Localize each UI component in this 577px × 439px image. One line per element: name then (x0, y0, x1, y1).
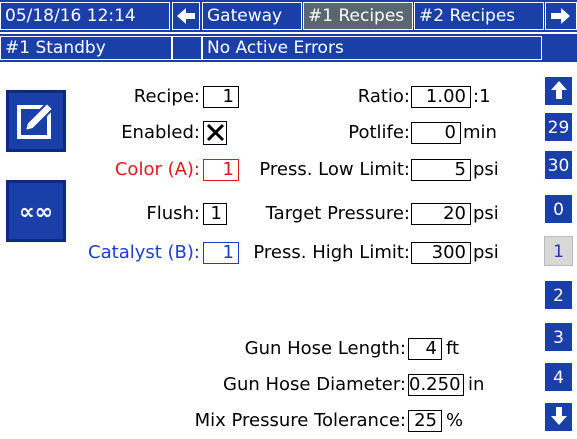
scroll-up-button[interactable] (544, 76, 573, 106)
datetime: 05/18/16 12:14 (0, 2, 170, 30)
infinity-icon: ∝∞ (19, 200, 53, 225)
edit-button[interactable] (6, 90, 66, 152)
gun-hose-diameter-field[interactable]: 0.250 (408, 374, 464, 396)
ratio-unit: :1 (473, 86, 491, 107)
arrow-up-icon (550, 81, 567, 99)
recipe-field[interactable]: 1 (203, 86, 239, 108)
status-blank-cell (172, 36, 202, 60)
press-high-unit: psi (473, 242, 499, 263)
press-high-label: Press. High Limit: (253, 242, 410, 263)
recipe-label: Recipe: (133, 86, 200, 107)
press-low-unit: psi (473, 159, 499, 180)
tab-gateway[interactable]: Gateway (202, 2, 302, 30)
press-low-label: Press. Low Limit: (259, 159, 410, 180)
enabled-label: Enabled: (121, 122, 200, 143)
enabled-checkbox[interactable] (203, 121, 227, 145)
tab-recipes-2[interactable]: #2 Recipes (414, 2, 544, 30)
sidebar-item-0[interactable]: 0 (544, 194, 573, 224)
arrow-down-icon (550, 407, 567, 425)
sidebar-item-29[interactable]: 29 (544, 112, 573, 142)
arrow-right-icon (551, 8, 570, 24)
ratio-label: Ratio: (357, 86, 410, 107)
arrow-left-icon (177, 8, 195, 24)
press-high-field[interactable]: 300 (411, 242, 471, 264)
mix-pressure-tolerance-label: Mix Pressure Tolerance: (194, 410, 406, 431)
gun-hose-length-label: Gun Hose Length: (244, 338, 406, 359)
flush-label: Flush: (146, 203, 200, 224)
gun-hose-diameter-unit: in (468, 374, 485, 395)
mix-pressure-tolerance-unit: % (446, 410, 464, 431)
gun-hose-diameter-label: Gun Hose Diameter: (223, 374, 406, 395)
color-a-label: Color (A): (114, 159, 200, 180)
potlife-unit: min (463, 122, 497, 143)
sidebar-item-30[interactable]: 30 (544, 150, 573, 180)
svg-text:∝∞: ∝∞ (19, 200, 53, 225)
target-pressure-label: Target Pressure: (265, 203, 410, 224)
target-pressure-field[interactable]: 20 (411, 203, 471, 225)
check-x-icon (206, 123, 225, 142)
mix-pressure-tolerance-field[interactable]: 25 (408, 410, 442, 432)
flush-field[interactable]: 1 (203, 203, 227, 225)
scroll-down-button[interactable] (544, 402, 573, 432)
next-screen-button[interactable] (545, 2, 577, 30)
catalyst-b-field[interactable]: 1 (203, 242, 239, 264)
prev-screen-button[interactable] (172, 2, 200, 30)
color-a-field[interactable]: 1 (203, 159, 239, 181)
tab-recipes-1[interactable]: #1 Recipes (303, 2, 413, 30)
potlife-field[interactable]: 0 (411, 122, 461, 144)
system-status: #1 Standby (0, 36, 172, 60)
target-pressure-unit: psi (473, 203, 499, 224)
edit-icon (17, 101, 55, 139)
infinity-button[interactable]: ∝∞ (6, 180, 66, 242)
sidebar-item-1[interactable]: 1 (544, 236, 573, 266)
sidebar-item-3[interactable]: 3 (544, 322, 573, 352)
gun-hose-length-field[interactable]: 4 (408, 338, 442, 360)
gun-hose-length-unit: ft (446, 338, 460, 359)
sidebar-item-2[interactable]: 2 (544, 280, 573, 310)
potlife-label: Potlife: (348, 122, 410, 143)
ratio-field[interactable]: 1.00 (411, 86, 471, 108)
catalyst-b-label: Catalyst (B): (88, 242, 200, 263)
press-low-field[interactable]: 5 (411, 159, 471, 181)
sidebar-item-4[interactable]: 4 (544, 362, 573, 392)
error-status: No Active Errors (202, 36, 542, 60)
